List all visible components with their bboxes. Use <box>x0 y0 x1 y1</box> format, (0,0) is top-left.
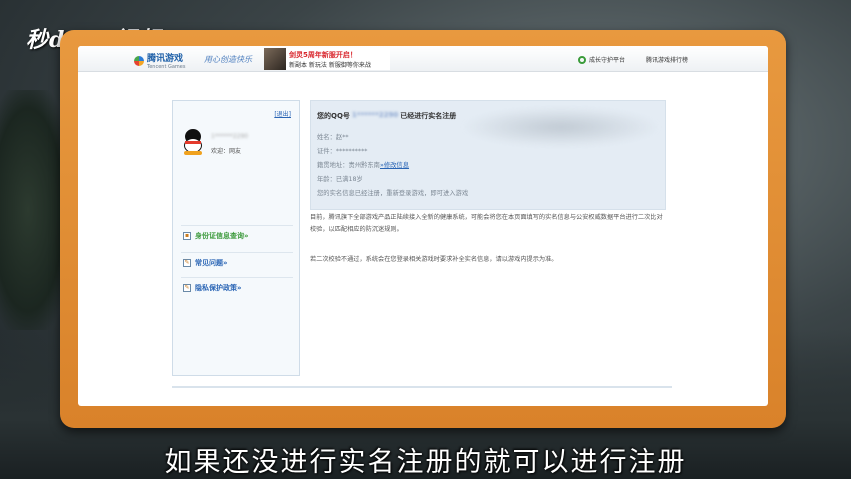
info-title: 您的QQ号 1******2290 已经进行实名注册 <box>317 111 456 121</box>
title-qq-hidden: 1******2290 <box>351 111 399 119</box>
banner-image <box>264 48 286 70</box>
info-details: 姓名：赵** 证件：********** 籍贯地址：贵州黔东南»修改信息 年龄：… <box>317 131 468 201</box>
banner-subtitle: 新副本 新玩法 新服御等你来战 <box>289 61 371 69</box>
sidebar-link-id-query[interactable]: ▪ 身份证信息查询» <box>181 225 293 245</box>
sidebar-link-faq[interactable]: ✎ 常见问题» <box>181 252 293 272</box>
qq-penguin-icon <box>181 129 205 155</box>
guard-label: 成长守护平台 <box>589 57 626 64</box>
info-id: 证件：********** <box>317 148 368 155</box>
edit-icon: ✎ <box>183 258 191 267</box>
growth-guard-link[interactable]: 成长守护平台 <box>578 55 625 64</box>
browser-screen: 腾讯游戏 Tencent Games 用心创造快乐 剑灵5周年新服开启！ 新副本… <box>78 46 768 406</box>
info-name: 姓名：赵** <box>317 134 349 141</box>
tencent-logo-icon <box>134 55 144 66</box>
blur-overlay <box>461 107 661 147</box>
user-profile: 1******2290 欢迎：网友 <box>181 129 293 155</box>
site-slogan: 用心创造快乐 <box>204 55 252 64</box>
site-header: 腾讯游戏 Tencent Games 用心创造快乐 剑灵5周年新服开启！ 新副本… <box>78 46 768 72</box>
modify-info-link[interactable]: »修改信息 <box>380 162 409 169</box>
edit-icon: ✎ <box>183 283 191 292</box>
notice-paragraph-1: 目前，腾讯旗下全部游戏产品正陆续接入全新的健康系统，可能会将您在本页面填写的实名… <box>310 214 663 233</box>
welcome-text: 欢迎：网友 <box>211 148 242 155</box>
ad-banner[interactable]: 剑灵5周年新服开启！ 新副本 新玩法 新服御等你来战 <box>264 48 390 70</box>
notice-paragraph-2: 若二次校验不通过，系统会在您登录相关游戏时要求补全实名信息，请以游戏内提示为准。 <box>310 256 558 263</box>
info-note: 您的实名信息已经注册，重新登录游戏，即可进入游戏 <box>317 190 469 197</box>
address-text: 籍贯地址：贵州黔东南 <box>317 162 380 169</box>
logout-link[interactable]: [退出] <box>274 109 291 118</box>
sidebar-link-privacy[interactable]: ✎ 隐私保护政策» <box>181 277 293 297</box>
brand-name: 腾讯游戏 <box>147 54 184 64</box>
sidebar-link-label: 隐私保护政策» <box>195 283 242 292</box>
video-subtitle: 如果还没进行实名注册的就可以进行注册 <box>164 447 687 478</box>
registration-info-box: 您的QQ号 1******2290 已经进行实名注册 姓名：赵** 证件：***… <box>310 100 666 210</box>
tencent-games-logo[interactable]: 腾讯游戏 Tencent Games <box>134 51 185 70</box>
title-prefix: 您的QQ号 <box>317 112 350 120</box>
id-card-icon: ▪ <box>183 231 191 240</box>
sidebar-link-label: 常见问题» <box>195 258 228 267</box>
guard-circle-icon <box>578 55 586 64</box>
title-suffix: 已经进行实名注册 <box>400 112 457 120</box>
banner-title: 剑灵5周年新服开启！ <box>289 50 357 59</box>
info-address: 籍贯地址：贵州黔东南»修改信息 <box>317 159 468 173</box>
info-age: 年龄：已满18岁 <box>317 176 363 183</box>
footer-divider <box>172 386 672 388</box>
sidebar-link-label: 身份证信息查询» <box>195 231 249 240</box>
user-sidebar: [退出] 1******2290 欢迎：网友 ▪ 身份证信息查询» ✎ 常见问题… <box>172 100 300 376</box>
brand-sub: Tencent Games <box>147 64 186 70</box>
rank-link[interactable]: 腾讯游戏排行榜 <box>646 55 688 64</box>
qq-number: 1******2290 <box>211 133 249 140</box>
